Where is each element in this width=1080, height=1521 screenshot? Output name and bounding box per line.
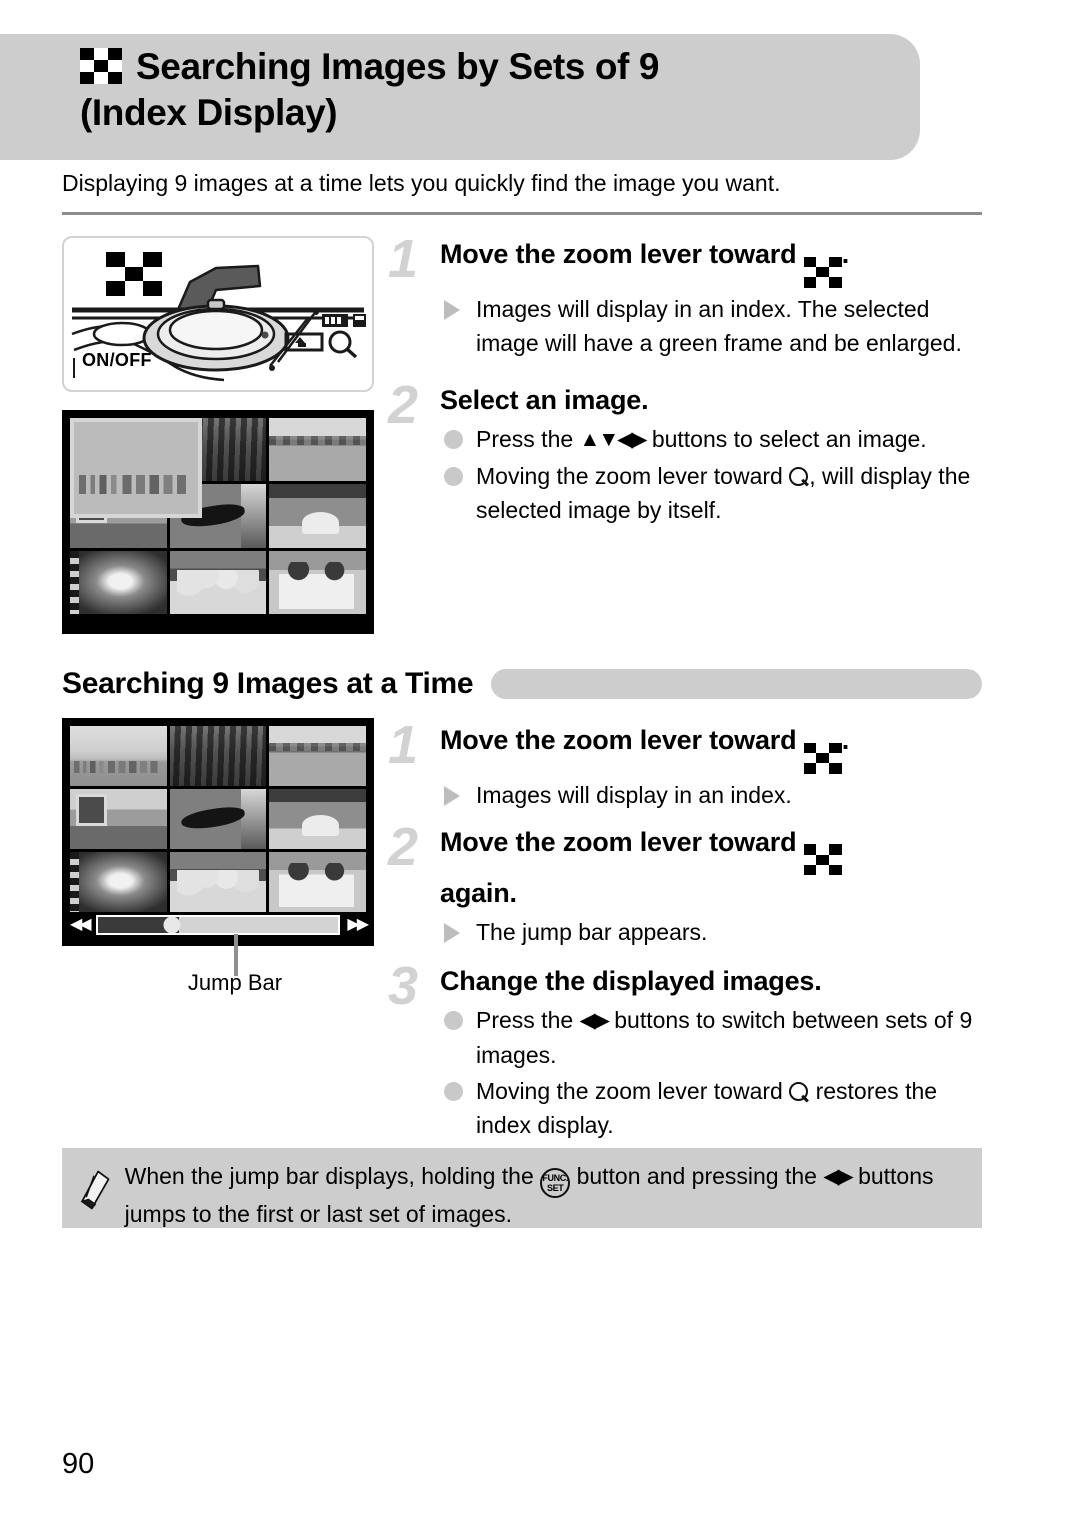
bullet-text-before: Moving the zoom lever toward: [476, 462, 783, 489]
dot-bullet-icon: [444, 429, 463, 449]
section-title: Searching 9 Images at a Time: [62, 667, 474, 700]
page-number: 90: [62, 1448, 95, 1480]
step-heading: Select an image.: [440, 384, 649, 415]
step-number: 1: [388, 715, 419, 775]
step-heading-suffix: .: [841, 239, 850, 269]
thumbnail: [70, 852, 167, 912]
thumbnail: [269, 852, 366, 912]
bullet-item: Images will display in an index. The sel…: [440, 292, 982, 360]
thumbnail: [169, 550, 267, 614]
jump-bar-label: Jump Bar: [187, 970, 283, 995]
set-label: SET: [547, 1183, 564, 1193]
thumbnail: [269, 484, 366, 548]
jump-bar-handle[interactable]: [163, 916, 181, 934]
triangle-bullet-icon: [444, 923, 460, 944]
step-1: 1 Move the zoom lever toward . Images wi…: [388, 232, 982, 360]
thumbnail: [70, 726, 167, 786]
thumbnail: [269, 789, 366, 849]
bullet-text: Images will display in an index. The sel…: [476, 295, 962, 356]
jump-bar[interactable]: ◀◀ ▶▶: [70, 912, 369, 938]
thumbnail: [269, 726, 366, 786]
step-heading-suffix: again.: [440, 878, 517, 909]
on-off-label: ON/OFF: [82, 350, 152, 370]
bullet-text-before: Moving the zoom lever toward: [476, 1078, 783, 1105]
step-2: 2 Select an image. Press the ▲▼◀▶ button…: [388, 378, 982, 527]
step-heading: Move the zoom lever toward again.: [440, 824, 982, 912]
triangle-bullet-icon: [444, 299, 460, 320]
page-title-line2: (Index Display): [80, 92, 338, 133]
bullet-item: The jump bar appears.: [440, 915, 982, 949]
steps-searching-9-images: 1 Move the zoom lever toward . Images wi…: [388, 718, 982, 1146]
checkerboard-index-icon: [803, 742, 842, 774]
jump-bar-track[interactable]: [95, 915, 341, 935]
note-text-2: button and pressing the: [576, 1163, 817, 1189]
section-header: Searching 9 Images at a Time: [62, 664, 982, 704]
bullet-item: Press the ◀▶ buttons to switch between s…: [440, 1003, 982, 1072]
dot-bullet-icon: [444, 466, 463, 486]
page-title-line1: Searching Images by Sets of 9: [136, 46, 660, 87]
checkerboard-index-icon: [80, 48, 122, 84]
dot-bullet-icon: [444, 1082, 463, 1102]
bullet-item: Images will display in an index.: [440, 778, 982, 812]
thumbnail: [169, 726, 267, 786]
bullet-text: The jump bar appears.: [476, 919, 708, 946]
func-set-button-icon: FUNC. SET: [540, 1168, 571, 1198]
step-heading: Move the zoom lever toward .: [440, 722, 982, 774]
magnifier-icon: [789, 1082, 809, 1102]
step-1: 1 Move the zoom lever toward . Images wi…: [388, 718, 982, 812]
camera-top-zoom-lever-illustration: ON/OFF: [62, 236, 374, 392]
bullet-item: Moving the zoom lever toward restores th…: [440, 1074, 982, 1142]
pencil-icon: [80, 1170, 110, 1210]
note-box: When the jump bar displays, holding the …: [62, 1148, 982, 1228]
section-bar: [491, 669, 982, 699]
intro-text: Displaying 9 images at a time lets you q…: [62, 170, 781, 196]
bullet-text-after: buttons to select an image.: [651, 425, 927, 452]
leftright-arrows-icon: ◀▶: [823, 1165, 853, 1188]
triangle-bullet-icon: [444, 785, 460, 806]
updown-leftright-arrows-icon: ▲▼◀▶: [579, 427, 648, 451]
index-display-9-images: [62, 410, 374, 634]
step-2: 2 Move the zoom lever toward again. The …: [388, 820, 982, 950]
thumbnail: [269, 418, 366, 482]
thumbnail: [169, 852, 267, 912]
func-label: FUNC.: [542, 1173, 568, 1183]
magnifier-icon: [789, 466, 809, 487]
checkerboard-index-icon: [803, 844, 842, 876]
thumbnail: [169, 789, 267, 849]
step-number: 1: [388, 229, 419, 289]
step-heading: Move the zoom lever toward .: [440, 236, 982, 288]
page-title: Searching Images by Sets of 9 (Index Dis…: [80, 44, 980, 136]
thumbnail: [70, 550, 167, 614]
selected-image-enlarged: [70, 418, 202, 518]
note-text-1: When the jump bar displays, holding the: [124, 1163, 534, 1189]
bullet-item: Press the ▲▼◀▶ buttons to select an imag…: [440, 422, 982, 457]
checkerboard-index-icon: [803, 256, 842, 288]
double-right-arrow-icon[interactable]: ▶▶: [347, 917, 369, 933]
steps-index-display: 1 Move the zoom lever toward . Images wi…: [388, 232, 982, 531]
step-heading-suffix: .: [841, 725, 850, 755]
divider: [62, 212, 982, 215]
bullet-text: Images will display in an index.: [476, 781, 792, 808]
double-left-arrow-icon[interactable]: ◀◀: [70, 917, 92, 933]
step-number: 2: [388, 816, 419, 877]
leftright-arrows-icon: ◀▶: [579, 1009, 610, 1033]
bullet-item: Moving the zoom lever toward , will disp…: [440, 459, 982, 527]
note-text: When the jump bar displays, holding the …: [125, 1160, 962, 1231]
step-number: 2: [388, 374, 419, 435]
thumbnail: [70, 789, 167, 849]
dot-bullet-icon: [444, 1011, 463, 1031]
step-3: 3 Change the displayed images. Press the…: [388, 959, 982, 1142]
step-heading: Change the displayed images.: [440, 966, 822, 997]
step-heading-text: Move the zoom lever toward: [440, 725, 797, 755]
step-heading-text: Move the zoom lever toward: [440, 826, 797, 857]
bullet-text-before: Press the: [476, 425, 574, 452]
thumbnail: [269, 550, 366, 614]
bullet-text-before: Press the: [476, 1007, 574, 1034]
manual-page: Searching Images by Sets of 9 (Index Dis…: [0, 0, 1080, 1521]
step-heading-text: Move the zoom lever toward: [440, 239, 797, 269]
index-display-with-jump-bar: ◀◀ ▶▶: [62, 718, 374, 946]
step-number: 3: [388, 956, 419, 1017]
